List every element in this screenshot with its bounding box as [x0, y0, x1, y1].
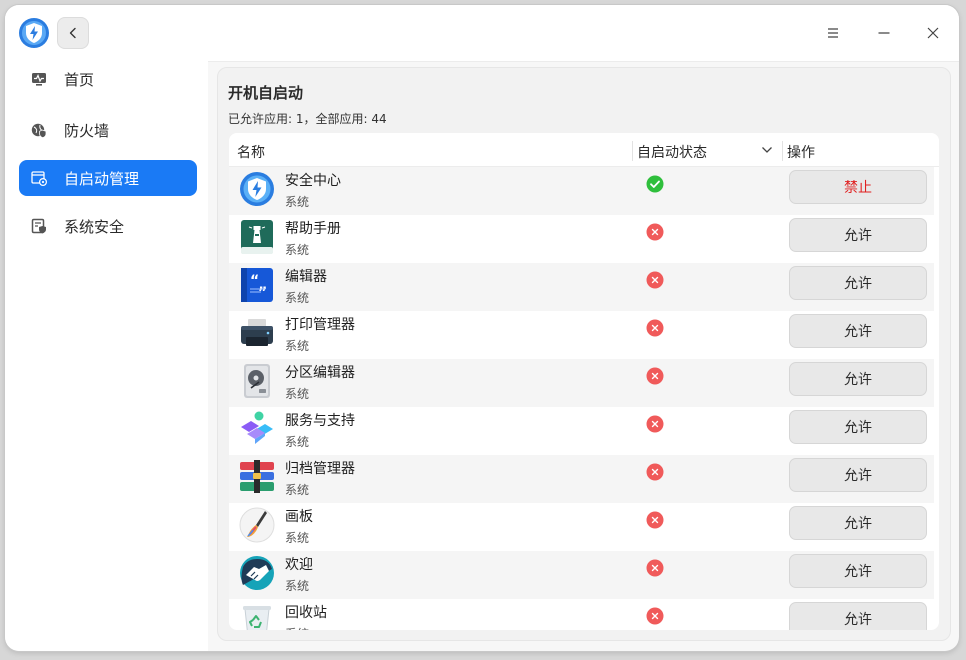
app-name: 帮助手册: [285, 221, 341, 237]
table-row[interactable]: 打印管理器 系统 允许: [229, 311, 934, 359]
table-row[interactable]: 分区编辑器 系统 允许: [229, 359, 934, 407]
sidebar-item-label: 防火墙: [64, 122, 110, 140]
table-row[interactable]: 画板 系统 允许: [229, 503, 934, 551]
allow-button[interactable]: 允许: [789, 506, 927, 540]
check-circle-icon: [646, 175, 664, 193]
sidebar-item-firewall[interactable]: 防火墙: [19, 112, 197, 148]
doc-shield-icon: [31, 218, 46, 234]
x-circle-icon: [646, 415, 664, 433]
x-circle-icon: [646, 511, 664, 529]
x-circle-icon: [646, 271, 664, 289]
monitor-pulse-icon: [32, 73, 46, 86]
table-row[interactable]: 服务与支持 系统 允许: [229, 407, 934, 455]
titlebar: [5, 5, 959, 62]
column-divider[interactable]: [782, 141, 783, 161]
table-row[interactable]: 回收站 系统 允许: [229, 599, 934, 630]
app-type: 系统: [285, 531, 310, 545]
allow-button[interactable]: 允许: [789, 554, 927, 588]
x-circle-icon: [646, 559, 664, 577]
x-circle-icon: [646, 319, 664, 337]
editor-icon: “ ”: [241, 268, 273, 302]
x-circle-icon: [646, 463, 664, 481]
security-center-icon: [240, 172, 274, 206]
recycle-bin-icon: [243, 606, 271, 630]
chevron-left-icon: [69, 27, 76, 39]
page-title: 开机自启动: [228, 84, 304, 102]
app-type: 系统: [285, 625, 309, 630]
sidebar-item-label: 自启动管理: [64, 170, 140, 188]
allow-button[interactable]: 允许: [789, 218, 927, 252]
help-manual-icon: [241, 220, 273, 254]
app-window: 首页 防火墙 自启动管理 系统安全 开机自启动 已允许应用: 1，全部应用: 4…: [5, 5, 959, 651]
minimize-icon: [878, 32, 890, 34]
app-name: 欢迎: [285, 557, 313, 573]
menu-button[interactable]: [819, 19, 847, 47]
app-type: 系统: [285, 243, 310, 257]
column-divider[interactable]: [632, 141, 633, 161]
back-button[interactable]: [57, 17, 89, 49]
allow-button[interactable]: 允许: [789, 410, 927, 444]
table-row[interactable]: 帮助手册 系统 允许: [229, 215, 934, 263]
autostart-table: 名称 自启动状态 操作 安全中心 系统 禁止 帮助手册 系统 允许 “ ” 编辑…: [229, 133, 939, 630]
app-type: 系统: [285, 291, 310, 305]
sidebar-item-home[interactable]: 首页: [19, 61, 197, 97]
app-name: 分区编辑器: [285, 365, 355, 381]
hamburger-icon: [828, 28, 838, 38]
x-circle-icon: [646, 367, 664, 385]
app-name: 回收站: [285, 605, 327, 621]
app-name: 打印管理器: [285, 317, 355, 333]
minimize-button[interactable]: [870, 19, 898, 47]
sidebar-item-autostart[interactable]: 自启动管理: [19, 160, 197, 196]
allow-button[interactable]: 允许: [789, 314, 927, 348]
app-type: 系统: [285, 339, 310, 353]
table-row[interactable]: 欢迎 系统 允许: [229, 551, 934, 599]
sidebar: 首页 防火墙 自启动管理 系统安全: [5, 61, 208, 651]
printer-icon: [241, 319, 273, 346]
allow-button[interactable]: 允许: [789, 266, 927, 300]
shield-bolt-icon: [19, 18, 49, 48]
sidebar-item-label: 系统安全: [64, 218, 125, 236]
table-row[interactable]: 归档管理器 系统 允许: [229, 455, 934, 503]
svg-text:”: ”: [258, 285, 267, 301]
app-name: 编辑器: [285, 269, 327, 285]
close-icon: [927, 27, 939, 39]
disk-icon: [244, 364, 270, 398]
deny-button[interactable]: 禁止: [789, 170, 927, 204]
column-header-ops[interactable]: 操作: [787, 142, 815, 162]
globe-shield-icon: [31, 123, 47, 138]
allow-button[interactable]: 允许: [789, 458, 927, 492]
x-circle-icon: [646, 223, 664, 241]
app-type: 系统: [285, 579, 310, 593]
window-gear-icon: [31, 171, 47, 186]
app-type: 系统: [285, 483, 310, 497]
allow-button[interactable]: 允许: [789, 602, 927, 630]
allow-button[interactable]: 允许: [789, 362, 927, 396]
table-row[interactable]: “ ” 编辑器 系统 允许: [229, 263, 934, 311]
archive-icon: [240, 460, 274, 493]
app-name: 服务与支持: [285, 413, 355, 429]
app-type: 系统: [285, 387, 310, 401]
table-header: 名称 自启动状态 操作: [229, 133, 939, 167]
column-header-status[interactable]: 自启动状态: [637, 142, 707, 162]
table-row[interactable]: 安全中心 系统 禁止: [229, 167, 934, 215]
app-name: 画板: [285, 509, 313, 525]
paint-brush-icon: [239, 507, 275, 543]
handshake-icon: [240, 556, 274, 590]
service-support-icon: [241, 411, 273, 444]
summary-text: 已允许应用: 1，全部应用: 44: [228, 112, 387, 126]
main-panel: 开机自启动 已允许应用: 1，全部应用: 44 名称 自启动状态 操作 安全中心…: [217, 67, 951, 641]
x-circle-icon: [646, 607, 664, 625]
app-name: 安全中心: [285, 173, 341, 189]
app-type: 系统: [285, 195, 310, 209]
table-body: 安全中心 系统 禁止 帮助手册 系统 允许 “ ” 编辑器 系统 允许 打印管理…: [229, 167, 939, 630]
app-name: 归档管理器: [285, 461, 355, 477]
chevron-down-icon[interactable]: [761, 145, 773, 155]
sidebar-item-label: 首页: [64, 71, 95, 89]
column-header-name[interactable]: 名称: [237, 142, 265, 162]
app-type: 系统: [285, 435, 310, 449]
sidebar-item-system-security[interactable]: 系统安全: [19, 208, 197, 244]
close-button[interactable]: [919, 19, 947, 47]
